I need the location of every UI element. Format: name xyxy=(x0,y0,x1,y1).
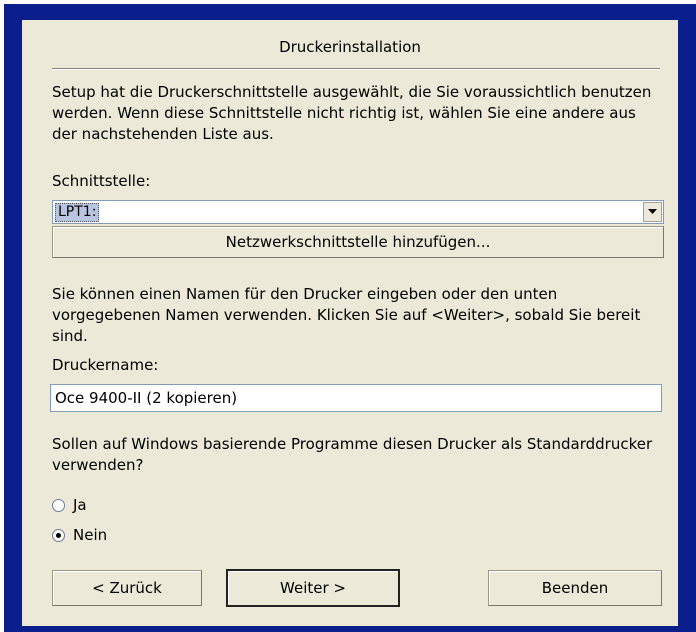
back-button[interactable]: < Zurück xyxy=(52,570,202,606)
printer-name-input[interactable]: Oce 9400-II (2 kopieren) xyxy=(50,384,662,412)
port-select-value: LPT1: xyxy=(55,203,100,222)
default-printer-question: Sollen auf Windows basierende Programme … xyxy=(52,435,653,474)
port-select[interactable]: LPT1: xyxy=(52,200,664,224)
printer-setup-dialog: Druckerinstallation Setup hat die Drucke… xyxy=(22,20,678,626)
port-label: Schnittstelle: xyxy=(52,172,151,190)
dialog-title: Druckerinstallation xyxy=(279,38,421,56)
port-select-dropdown-button[interactable] xyxy=(643,202,662,222)
radio-option-ja[interactable]: Ja xyxy=(52,496,87,514)
title-divider xyxy=(52,68,660,70)
next-button[interactable]: Weiter > xyxy=(226,569,400,607)
printer-name-description: Sie können einen Namen für den Drucker e… xyxy=(52,285,641,345)
cancel-button[interactable]: Beenden xyxy=(488,570,662,606)
radio-button[interactable] xyxy=(52,528,65,542)
add-network-port-button[interactable]: Netzwerkschnittstelle hinzufügen... xyxy=(52,226,664,258)
radio-selected-dot xyxy=(56,532,61,538)
port-description: Setup hat die Druckerschnittstelle ausge… xyxy=(52,83,652,143)
radio-label-ja: Ja xyxy=(73,496,87,514)
radio-label-nein: Nein xyxy=(73,526,108,544)
radio-option-nein[interactable]: Nein xyxy=(52,526,107,544)
chevron-down-icon xyxy=(648,209,657,214)
radio-button[interactable] xyxy=(52,498,65,512)
printer-name-label: Druckername: xyxy=(52,356,159,374)
